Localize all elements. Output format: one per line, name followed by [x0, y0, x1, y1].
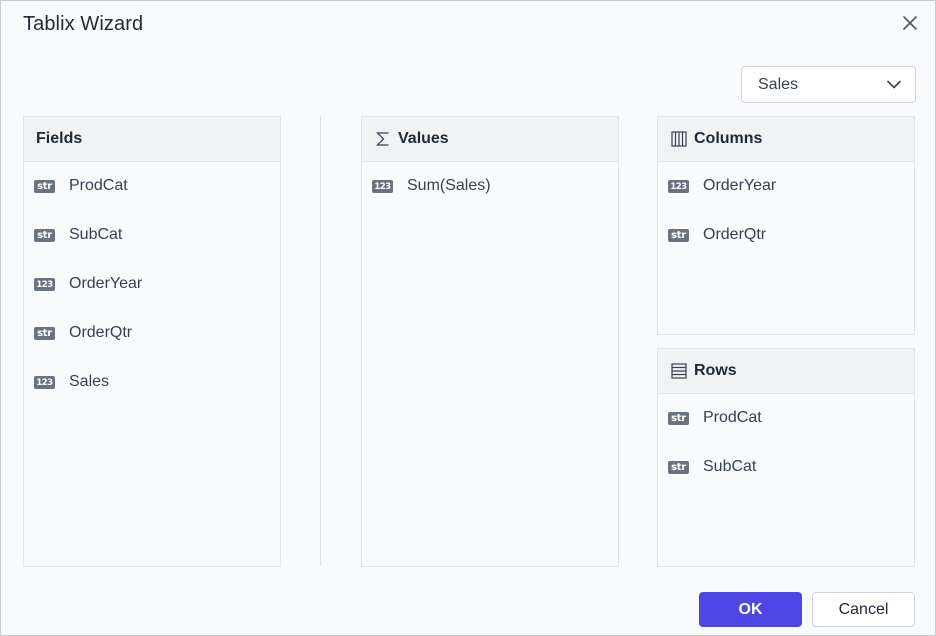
columns-icon: [670, 130, 688, 148]
field-item[interactable]: 123 OrderYear: [24, 274, 280, 323]
fields-panel-title: Fields: [36, 130, 83, 147]
values-panel: Values 123 Sum(Sales): [361, 116, 619, 567]
field-item[interactable]: str OrderQtr: [658, 225, 914, 274]
chevron-down-icon: [887, 80, 901, 89]
rows-list: str ProdCat str SubCat: [658, 394, 914, 506]
field-item[interactable]: 123 Sum(Sales): [362, 176, 618, 225]
ok-button[interactable]: OK: [699, 592, 802, 627]
field-item-label: SubCat: [69, 226, 123, 243]
field-item-label: OrderQtr: [69, 324, 133, 341]
columns-list: 123 OrderYear str OrderQtr: [658, 162, 914, 274]
cancel-button[interactable]: Cancel: [812, 592, 915, 627]
field-item[interactable]: 123 Sales: [24, 372, 280, 421]
columns-panel-header: Columns: [658, 117, 914, 162]
string-type-icon: str: [34, 180, 55, 193]
numeric-type-icon: 123: [34, 278, 55, 291]
string-type-icon: str: [668, 461, 689, 474]
close-button[interactable]: [899, 12, 921, 34]
field-item-label: OrderYear: [69, 275, 143, 292]
field-item[interactable]: 123 OrderYear: [658, 176, 914, 225]
numeric-type-icon: 123: [668, 180, 689, 193]
columns-panel: Columns 123 OrderYear str OrderQtr: [657, 116, 915, 335]
numeric-type-icon: 123: [34, 376, 55, 389]
panel-divider: [320, 116, 321, 566]
tablix-wizard-dialog: Tablix Wizard Sales Fields str ProdCat str…: [0, 0, 936, 636]
rows-panel-title: Rows: [694, 362, 737, 379]
field-item-label: OrderQtr: [703, 226, 767, 243]
columns-panel-title: Columns: [694, 130, 763, 147]
dialog-title: Tablix Wizard: [23, 13, 144, 35]
string-type-icon: str: [668, 229, 689, 242]
field-item[interactable]: str OrderQtr: [24, 323, 280, 372]
field-item[interactable]: str ProdCat: [24, 176, 280, 225]
field-item-label: ProdCat: [703, 409, 762, 426]
values-list: 123 Sum(Sales): [362, 162, 618, 225]
field-item[interactable]: str SubCat: [24, 225, 280, 274]
field-item[interactable]: str ProdCat: [658, 408, 914, 457]
field-item-label: ProdCat: [69, 177, 128, 194]
values-panel-title: Values: [398, 130, 449, 147]
field-item-label: Sum(Sales): [407, 177, 491, 194]
rows-panel: Rows str ProdCat str SubCat: [657, 348, 915, 567]
field-item-label: SubCat: [703, 458, 757, 475]
fields-panel-header: Fields: [24, 117, 280, 162]
numeric-type-icon: 123: [372, 180, 393, 193]
fields-panel: Fields str ProdCat str SubCat 123 OrderYear st…: [23, 116, 281, 567]
string-type-icon: str: [34, 229, 55, 242]
close-icon: [903, 16, 917, 30]
dataset-dropdown[interactable]: Sales: [741, 66, 916, 103]
string-type-icon: str: [34, 327, 55, 340]
field-item-label: OrderYear: [703, 177, 777, 194]
sigma-icon: [374, 130, 392, 148]
rows-panel-header: Rows: [658, 349, 914, 394]
rows-icon: [670, 362, 688, 380]
values-panel-header: Values: [362, 117, 618, 162]
field-item[interactable]: str SubCat: [658, 457, 914, 506]
dropdown-selected-value: Sales: [758, 75, 799, 93]
string-type-icon: str: [668, 412, 689, 425]
fields-list: str ProdCat str SubCat 123 OrderYear str OrderQ…: [24, 162, 280, 421]
field-item-label: Sales: [69, 373, 110, 390]
